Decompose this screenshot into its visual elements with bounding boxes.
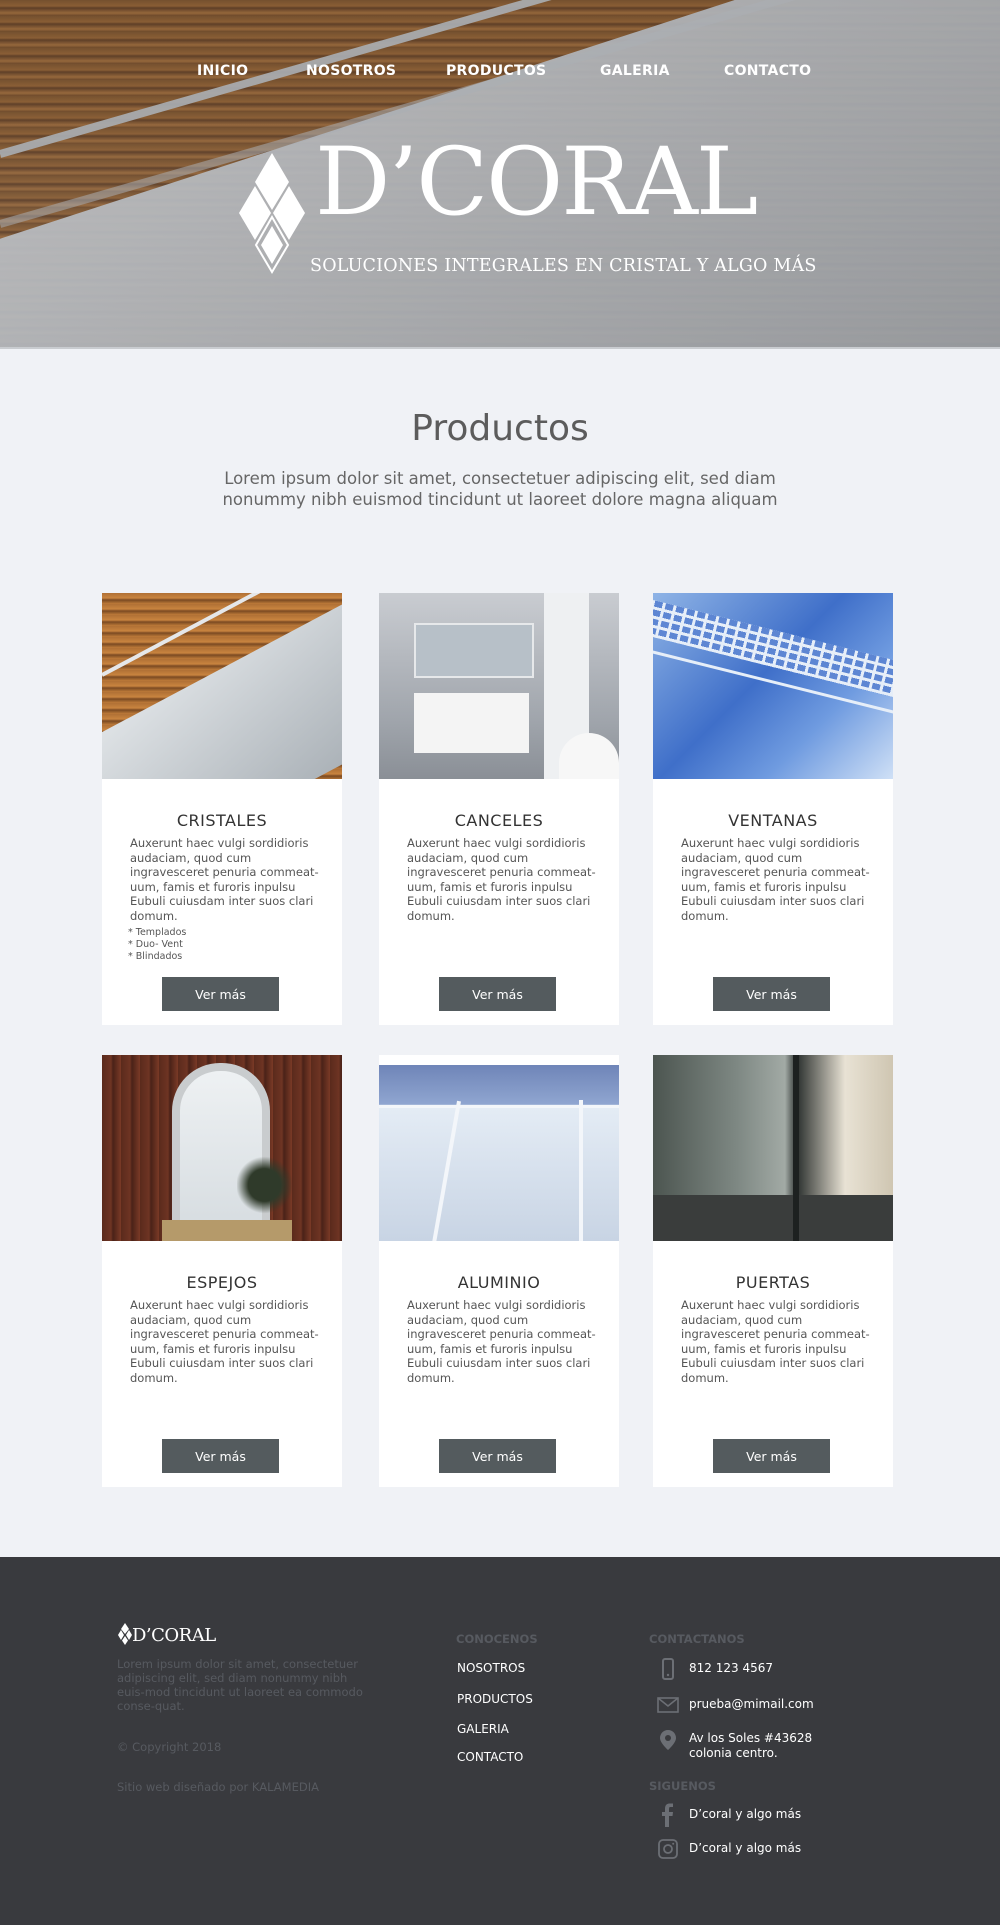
page-title: Productos <box>411 408 589 449</box>
footer-email[interactable]: prueba@mimail.com <box>689 1697 814 1712</box>
product-description: Auxerunt haec vulgi sordidioris audaciam… <box>130 1298 319 1385</box>
product-feature-list: * Templados * Duo- Vent * Blindados <box>128 927 186 963</box>
footer-phone[interactable]: 812 123 4567 <box>689 1661 773 1676</box>
ver-mas-button-aluminio[interactable]: Ver más <box>439 1439 556 1473</box>
product-description: Auxerunt haec vulgi sordidioris audaciam… <box>130 836 319 923</box>
footer-credit: Sitio web diseñado por KALAMEDIA <box>117 1780 319 1794</box>
footer-facebook[interactable]: D’coral y algo más <box>689 1807 801 1822</box>
product-image-aluminio <box>379 1065 619 1241</box>
footer: D’CORAL Lorem ipsum dolor sit amet, cons… <box>0 1557 1000 1925</box>
nav-inicio[interactable]: INICIO <box>197 63 248 79</box>
list-item: * Duo- Vent <box>128 939 183 950</box>
product-title: CRISTALES <box>176 811 268 830</box>
product-title: PUERTAS <box>735 1273 811 1292</box>
product-title: ALUMINIO <box>457 1273 541 1292</box>
facebook-icon[interactable] <box>656 1803 680 1827</box>
ver-mas-button-canceles[interactable]: Ver más <box>439 977 556 1011</box>
footer-link-nosotros[interactable]: NOSOTROS <box>457 1661 525 1675</box>
main-nav: INICIO NOSOTROS PRODUCTOS GALERIA CONTAC… <box>0 63 1000 87</box>
product-card-cristales: CRISTALES Auxerunt haec vulgi sordidiori… <box>102 593 342 1025</box>
brand-logo[interactable]: D’CORAL SOLUCIONES INTEGRALES EN CRISTAL… <box>230 136 816 285</box>
product-description: Auxerunt haec vulgi sordidioris audaciam… <box>407 1298 596 1385</box>
product-image-cristales <box>102 593 342 779</box>
hero-banner: INICIO NOSOTROS PRODUCTOS GALERIA CONTAC… <box>0 0 1000 349</box>
ver-mas-button-cristales[interactable]: Ver más <box>162 977 279 1011</box>
footer-follow-heading: SIGUENOS <box>649 1779 716 1793</box>
nav-galeria[interactable]: GALERIA <box>600 63 670 79</box>
product-description: Auxerunt haec vulgi sordidioris audaciam… <box>681 836 870 923</box>
location-pin-icon <box>660 1730 676 1750</box>
list-item: * Templados <box>128 927 187 938</box>
diamond-logo-icon <box>118 1623 132 1645</box>
nav-nosotros[interactable]: NOSOTROS <box>306 63 396 79</box>
product-card-ventanas: VENTANAS Auxerunt haec vulgi sordidioris… <box>653 593 893 1025</box>
footer-contact-heading: CONTACTANOS <box>649 1632 745 1646</box>
brand-name: D’CORAL <box>315 128 758 237</box>
product-title: ESPEJOS <box>186 1273 258 1292</box>
product-image-espejos <box>102 1055 342 1241</box>
ver-mas-button-puertas[interactable]: Ver más <box>713 1439 830 1473</box>
ver-mas-button-espejos[interactable]: Ver más <box>162 1439 279 1473</box>
footer-link-productos[interactable]: PRODUCTOS <box>457 1692 533 1706</box>
footer-logo-text: D’CORAL <box>132 1625 216 1646</box>
intro-text: Lorem ipsum dolor sit amet, consectetuer… <box>222 469 778 509</box>
product-title: CANCELES <box>454 811 544 830</box>
footer-address: Av los Soles #43628 colonia centro. <box>689 1731 812 1761</box>
nav-productos[interactable]: PRODUCTOS <box>446 63 546 79</box>
product-card-puertas: PUERTAS Auxerunt haec vulgi sordidioris … <box>653 1055 893 1487</box>
instagram-icon[interactable] <box>656 1837 680 1861</box>
footer-address-line1: Av los Soles #43628 <box>689 1731 813 1745</box>
product-image-canceles <box>379 593 619 779</box>
phone-icon <box>662 1658 674 1680</box>
product-description: Auxerunt haec vulgi sordidioris audaciam… <box>407 836 596 923</box>
product-description: Auxerunt haec vulgi sordidioris audaciam… <box>681 1298 870 1385</box>
product-card-aluminio: ALUMINIO Auxerunt haec vulgi sordidioris… <box>379 1055 619 1487</box>
footer-logo[interactable]: D’CORAL <box>118 1623 216 1646</box>
footer-instagram[interactable]: D’coral y algo más <box>689 1841 801 1856</box>
product-title: VENTANAS <box>728 811 818 830</box>
footer-link-contacto[interactable]: CONTACTO <box>457 1750 523 1764</box>
footer-copyright: © Copyright 2018 <box>117 1740 222 1754</box>
product-image-puertas <box>653 1055 893 1241</box>
footer-address-line2: colonia centro. <box>689 1746 778 1760</box>
diamond-logo-icon <box>239 153 305 274</box>
product-card-espejos: ESPEJOS Auxerunt haec vulgi sordidioris … <box>102 1055 342 1487</box>
footer-conocenos-heading: CONOCENOS <box>456 1632 538 1646</box>
brand-tagline: SOLUCIONES INTEGRALES EN CRISTAL Y ALGO … <box>310 256 817 276</box>
footer-link-galeria[interactable]: GALERIA <box>457 1722 509 1736</box>
footer-about: Lorem ipsum dolor sit amet, consectetuer… <box>117 1657 363 1713</box>
product-image-ventanas <box>653 593 893 779</box>
product-card-canceles: CANCELES Auxerunt haec vulgi sordidioris… <box>379 593 619 1025</box>
list-item: * Blindados <box>128 951 183 962</box>
ver-mas-button-ventanas[interactable]: Ver más <box>713 977 830 1011</box>
nav-contacto[interactable]: CONTACTO <box>724 63 811 79</box>
mail-icon <box>657 1697 679 1713</box>
